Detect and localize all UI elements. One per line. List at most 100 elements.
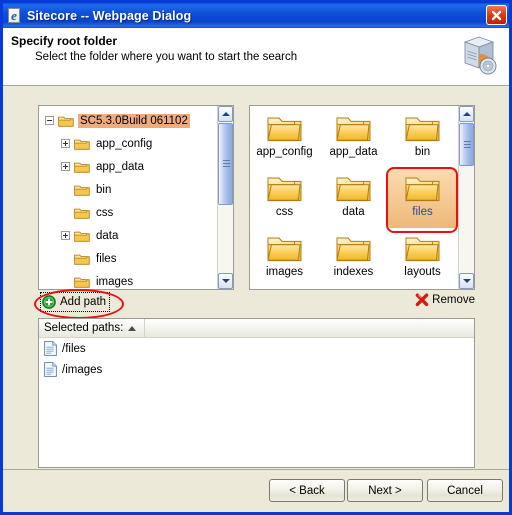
folder-grid-item-label: bin xyxy=(414,146,431,158)
selected-paths-header: Selected paths: xyxy=(39,319,474,338)
folder-tree: SC5.3.0Build 061102 app_config app_databin… xyxy=(39,109,216,289)
tree-item-sc5-3-0build-061102[interactable]: SC5.3.0Build 061102 xyxy=(39,109,216,132)
folder-icon xyxy=(266,232,304,263)
expand-plus-icon[interactable] xyxy=(61,231,70,240)
add-path-button[interactable]: Add path xyxy=(40,292,111,312)
folder-icon xyxy=(74,160,90,173)
dialog-body: SC5.3.0Build 061102 app_config app_data bin… xyxy=(3,86,509,469)
back-button[interactable]: < Back xyxy=(269,479,345,502)
tree-item-data[interactable]: data xyxy=(39,224,216,247)
folder-icon xyxy=(74,183,90,196)
tree-vertical-scrollbar[interactable] xyxy=(217,106,233,289)
tree-item-label: images xyxy=(96,275,134,288)
folder-grid-item-data[interactable]: data xyxy=(319,168,388,228)
grid-vertical-scrollbar[interactable] xyxy=(458,106,474,289)
document-icon xyxy=(44,341,57,356)
close-icon[interactable] xyxy=(486,5,507,25)
folder-grid-item-label: data xyxy=(342,206,365,218)
document-icon xyxy=(44,362,57,377)
ie-page-icon: e xyxy=(7,7,23,24)
tree-item-label: SC5.3.0Build 061102 xyxy=(78,113,190,128)
folder-icon xyxy=(266,112,304,143)
dialog-footer: < Back Next > Cancel xyxy=(3,469,509,512)
list-item-path: /images xyxy=(62,363,103,376)
paths-toolbar: Add path Remove xyxy=(34,289,475,319)
folder-grid-item-label: css xyxy=(275,206,294,218)
tree-item-bin[interactable]: bin xyxy=(39,178,216,201)
tree-item-images[interactable]: images xyxy=(39,270,216,289)
tree-item-label: app_config xyxy=(96,137,153,150)
tree-item-css[interactable]: css xyxy=(39,201,216,224)
list-item[interactable]: /files xyxy=(39,338,474,359)
selected-paths-rows: /files/images xyxy=(39,338,474,380)
scroll-down-icon[interactable] xyxy=(218,273,233,289)
page-subtitle: Select the folder where you want to star… xyxy=(35,51,298,63)
tree-scroll-thumb[interactable] xyxy=(218,123,233,205)
folder-grid-item-label: layouts xyxy=(404,266,441,278)
folder-grid-item-app-config[interactable]: app_config xyxy=(250,108,319,168)
tree-item-label: data xyxy=(96,229,119,242)
folder-grid-item-label: app_data xyxy=(329,146,378,158)
folder-grid-item-images[interactable]: images xyxy=(250,228,319,288)
folder-icon xyxy=(335,112,373,143)
folder-icon xyxy=(404,232,442,263)
tree-item-label: files xyxy=(96,252,117,265)
folder-grid-item-files[interactable]: files xyxy=(388,168,457,228)
add-path-label: Add path xyxy=(60,296,107,308)
folder-grid-panel[interactable]: app_config app_data bin css data files images i… xyxy=(249,105,475,290)
window-title: Sitecore -- Webpage Dialog xyxy=(27,8,192,23)
folder-grid-item-css[interactable]: css xyxy=(250,168,319,228)
selected-paths-panel[interactable]: Selected paths: /files/images xyxy=(38,318,475,468)
expand-plus-icon[interactable] xyxy=(61,139,70,148)
folder-tree-panel[interactable]: SC5.3.0Build 061102 app_config app_databin… xyxy=(38,105,234,290)
grid-scroll-thumb[interactable] xyxy=(459,123,474,166)
titlebar: e Sitecore -- Webpage Dialog xyxy=(3,3,509,28)
expand-plus-icon[interactable] xyxy=(61,162,70,171)
cancel-button[interactable]: Cancel xyxy=(427,479,503,502)
folder-icon xyxy=(74,137,90,150)
list-item[interactable]: /images xyxy=(39,359,474,380)
browse-panels: SC5.3.0Build 061102 app_config app_data bin… xyxy=(38,105,475,290)
folder-icon xyxy=(74,252,90,265)
next-button[interactable]: Next > xyxy=(347,479,423,502)
folder-grid-item-layouts[interactable]: layouts xyxy=(388,228,457,288)
red-x-icon xyxy=(415,293,429,307)
tree-item-label: app_data xyxy=(96,160,144,173)
scroll-grip-icon xyxy=(223,160,230,168)
folder-grid-item-label: app_config xyxy=(256,146,313,158)
folder-grid-item-indexes[interactable]: indexes xyxy=(319,228,388,288)
folder-icon xyxy=(74,275,90,288)
column-header-filler xyxy=(145,319,474,337)
folder-grid-item-label: indexes xyxy=(333,266,374,278)
collapse-minus-icon[interactable] xyxy=(45,116,54,125)
folder-grid: app_config app_data bin css data files images i… xyxy=(250,108,457,289)
folder-grid-item-app-data[interactable]: app_data xyxy=(319,108,388,168)
remove-button[interactable]: Remove xyxy=(415,293,475,307)
scroll-grip-icon xyxy=(464,140,471,149)
folder-grid-item-bin[interactable]: bin xyxy=(388,108,457,168)
folder-icon xyxy=(58,114,74,127)
green-plus-circle-icon xyxy=(42,295,56,309)
scroll-down-icon[interactable] xyxy=(459,273,474,289)
folder-grid-item-label: images xyxy=(265,266,304,278)
scroll-up-icon[interactable] xyxy=(218,106,233,122)
dialog-window: e Sitecore -- Webpage Dialog Specify roo… xyxy=(0,0,512,515)
scroll-up-icon[interactable] xyxy=(459,106,474,122)
remove-label: Remove xyxy=(432,294,475,306)
tree-item-files[interactable]: files xyxy=(39,247,216,270)
folder-icon xyxy=(404,172,442,203)
tree-item-app-config[interactable]: app_config xyxy=(39,132,216,155)
folder-icon xyxy=(335,172,373,203)
column-header-selected-paths[interactable]: Selected paths: xyxy=(39,319,145,337)
tree-item-label: bin xyxy=(96,183,112,196)
software-package-cd-icon xyxy=(459,34,499,76)
sort-ascending-icon xyxy=(128,325,137,331)
folder-icon xyxy=(404,112,442,143)
column-header-label: Selected paths: xyxy=(44,322,124,334)
tree-item-label: css xyxy=(96,206,114,219)
page-title: Specify root folder xyxy=(11,34,118,48)
tree-item-app-data[interactable]: app_data xyxy=(39,155,216,178)
folder-icon xyxy=(74,229,90,242)
